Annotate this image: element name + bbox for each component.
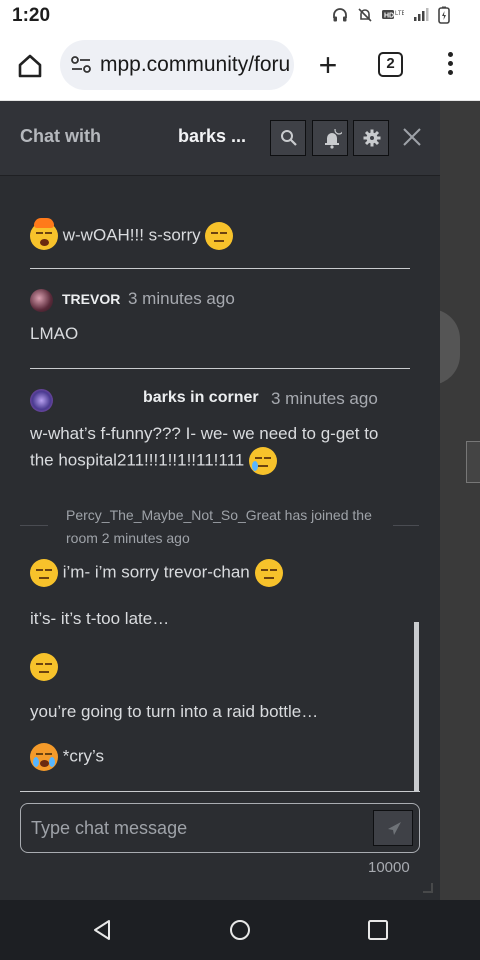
- chat-panel: Chat with barks ... w-wOAH!!! s-sorry TR…: [0, 101, 440, 900]
- message-text: you’re going to turn into a raid bottle…: [30, 702, 319, 721]
- message-text: LMAO: [30, 324, 79, 343]
- message-divider: [30, 368, 410, 369]
- background-box: [466, 441, 480, 483]
- background-page: [430, 101, 480, 900]
- home-circle-icon[interactable]: [228, 918, 252, 942]
- back-icon[interactable]: [90, 918, 114, 942]
- new-tab-icon[interactable]: +: [314, 49, 342, 81]
- system-message: Percy_The_Maybe_Not_So_Great has joined …: [66, 507, 372, 546]
- message-list[interactable]: w-wOAH!!! s-sorry TREVOR 3 minutes ago L…: [0, 177, 440, 791]
- site-settings-icon[interactable]: [70, 55, 92, 75]
- message-text: i’m- i’m sorry trevor-chan: [30, 559, 283, 587]
- chat-header: Chat with barks ...: [0, 101, 440, 176]
- message-author[interactable]: TREVOR: [62, 291, 120, 307]
- message-timestamp: 3 minutes ago: [271, 389, 378, 408]
- home-icon[interactable]: [16, 52, 44, 80]
- browser-toolbar: mpp.community/foru + 2: [0, 32, 480, 101]
- chat-partner-name: barks ...: [178, 126, 247, 146]
- headphones-icon: [332, 7, 348, 26]
- more-menu-icon[interactable]: [440, 52, 460, 80]
- tab-switcher-button[interactable]: 2: [378, 52, 403, 77]
- character-counter: 10000: [368, 859, 410, 876]
- settings-button[interactable]: [353, 120, 389, 156]
- recents-icon[interactable]: [366, 918, 390, 942]
- message-text: w-what’s f-funny??? I- we- we need to g-…: [30, 424, 379, 443]
- send-icon: [388, 822, 401, 835]
- scrollbar[interactable]: [414, 622, 419, 791]
- message-timestamp: 3 minutes ago: [128, 289, 235, 308]
- bell-icon: [325, 129, 342, 149]
- chat-message-input[interactable]: [31, 814, 361, 842]
- gear-icon: [363, 129, 381, 147]
- crying-emoji-icon: [248, 447, 277, 475]
- notifications-button[interactable]: [312, 120, 348, 156]
- avatar[interactable]: [30, 389, 53, 412]
- resize-handle[interactable]: [423, 883, 433, 893]
- bell-off-icon: [357, 7, 373, 26]
- message-author[interactable]: barks in corner: [143, 389, 259, 407]
- avatar[interactable]: [30, 289, 53, 312]
- message-text: *cry’s: [30, 743, 104, 771]
- message-divider: [30, 268, 410, 269]
- status-icons: HD LTE: [332, 6, 450, 27]
- status-bar: 1:20 HD LTE: [0, 0, 480, 32]
- system-divider: [393, 525, 419, 526]
- composer-divider: [20, 791, 420, 792]
- address-bar[interactable]: mpp.community/foru: [60, 40, 294, 90]
- message-emoji: [30, 653, 58, 681]
- close-icon[interactable]: [400, 125, 424, 149]
- message-text: w-wOAH!!! s-sorry: [30, 218, 234, 250]
- chat-input-wrapper: [20, 803, 420, 853]
- message-text: the hospital211!!!1!!1!!11!111: [30, 447, 277, 475]
- pensive-emoji-icon: [30, 559, 58, 587]
- svg-text:HD: HD: [384, 13, 394, 20]
- exploding-head-emoji-icon: [30, 218, 58, 250]
- message-text: it’s- it’s t-too late…: [30, 609, 170, 628]
- search-button[interactable]: [270, 120, 306, 156]
- send-button[interactable]: [373, 810, 413, 846]
- pensive-emoji-icon: [30, 653, 58, 681]
- chat-composer: 10000: [0, 791, 440, 900]
- pensive-emoji-icon: [254, 559, 283, 587]
- chat-title-label: Chat with: [20, 126, 101, 146]
- pensive-emoji-icon: [205, 222, 234, 250]
- url-text: mpp.community/foru: [100, 53, 291, 76]
- system-navigation-bar: [0, 900, 480, 960]
- loudly-crying-emoji-icon: [30, 743, 58, 771]
- battery-icon: [438, 6, 450, 27]
- hd-lte-icon: HD LTE: [382, 8, 406, 25]
- status-time: 1:20: [12, 5, 51, 26]
- svg-text:LTE: LTE: [395, 11, 404, 17]
- search-icon: [281, 130, 297, 146]
- signal-icon: [413, 8, 429, 25]
- system-divider: [20, 525, 48, 526]
